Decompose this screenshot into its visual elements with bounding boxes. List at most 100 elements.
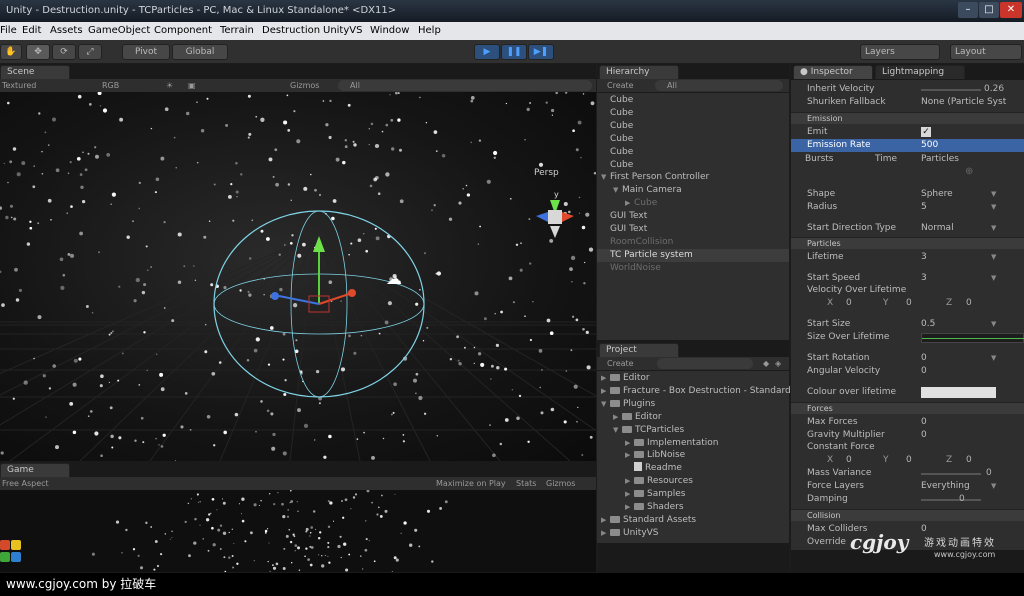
move-handle-z[interactable] [278,295,320,305]
scene-orientation-gizmo[interactable]: y [528,188,588,252]
menu-terrain[interactable]: Terrain [220,22,254,40]
expand-arrow-icon[interactable]: ▼ [613,184,622,197]
expand-arrow-icon[interactable]: ▶ [625,197,634,210]
expand-arrow-icon[interactable]: ▶ [625,475,634,488]
project-item[interactable]: ▶ Implementation [597,437,718,450]
expand-arrow-icon[interactable]: ▶ [601,527,610,540]
play-button[interactable]: ▶ [474,44,500,60]
gizmo-center-cube[interactable] [548,210,562,224]
scene-search-input[interactable]: All [338,80,592,91]
expand-arrow-icon[interactable]: ▶ [601,385,610,398]
emit-checkbox[interactable]: ✓ [921,127,931,137]
radius-field[interactable]: 5 [921,201,927,214]
layers-dropdown[interactable]: Layers [860,44,940,60]
angular-velocity-field[interactable]: 0 [921,365,927,378]
project-item[interactable]: ▶ UnityVS [597,527,659,540]
project-item[interactable]: ▶ LibNoise [597,449,685,462]
shape-dropdown[interactable]: Sphere [921,188,953,201]
collision-section-header[interactable]: Collision [791,509,1024,521]
tab-inspector[interactable]: ● Inspector [793,65,873,79]
emission-rate-field[interactable]: 500 [921,139,938,152]
filter-icon[interactable]: ◆ [763,357,769,370]
hierarchy-item[interactable]: RoomCollision [597,236,789,249]
hierarchy-item[interactable]: Cube [597,94,789,107]
shuriken-fallback-field[interactable]: None (Particle Syst [921,96,1006,109]
colour-gradient-field[interactable] [921,387,996,398]
radius-dropdown-arrow[interactable]: ▼ [991,201,996,214]
hierarchy-item[interactable]: TC Particle system [597,248,789,262]
project-item[interactable]: ▼ TCParticles [597,424,684,437]
render-mode-dropdown[interactable]: RGB [102,79,119,92]
hierarchy-item[interactable]: Cube [597,159,789,172]
tag-icon[interactable]: ◈ [775,357,781,370]
size-curve-field[interactable] [921,333,1024,343]
expand-arrow-icon[interactable]: ▼ [601,398,610,411]
expand-arrow-icon[interactable]: ▶ [613,411,622,424]
start-direction-arrow[interactable]: ▼ [991,222,996,235]
shape-dropdown-arrow[interactable]: ▼ [991,188,996,201]
project-item[interactable]: ▶ Samples [597,488,685,501]
menu-component[interactable]: Component [154,22,212,40]
hand-tool-button[interactable]: ✋ [0,44,22,60]
aspect-dropdown[interactable]: Free Aspect [2,477,49,490]
expand-arrow-icon[interactable]: ▼ [613,424,622,437]
game-gizmos-toggle[interactable]: Gizmos [546,477,575,490]
start-rotation-arrow[interactable]: ▼ [991,352,996,365]
project-search-input[interactable] [657,358,753,369]
start-size-arrow[interactable]: ▼ [991,318,996,331]
hierarchy-item[interactable]: ▼ Main Camera [597,184,789,197]
lifetime-arrow[interactable]: ▼ [991,251,996,264]
expand-arrow-icon[interactable]: ▶ [625,488,634,501]
step-button[interactable]: ▶❚ [528,44,554,60]
project-item[interactable]: Readme [597,462,682,475]
move-tool-button[interactable]: ✥ [26,44,50,60]
velocity-y-field[interactable]: 0 [906,297,912,310]
hierarchy-item[interactable]: GUI Text [597,223,789,236]
scale-tool-button[interactable]: ⤢ [78,44,102,60]
tab-lightmapping[interactable]: Lightmapping [875,65,965,79]
projection-label[interactable]: Persp [534,168,559,178]
project-item[interactable]: ▶ Fracture - Box Destruction - Standard [597,385,791,398]
expand-arrow-icon[interactable]: ▼ [601,171,610,184]
damping-value[interactable]: 0 [959,493,965,506]
menu-help[interactable]: Help [418,22,441,40]
force-layers-arrow[interactable]: ▼ [991,480,996,493]
pivot-toggle[interactable]: Pivot [122,44,170,60]
pause-button[interactable]: ❚❚ [501,44,527,60]
mass-variance-slider[interactable] [921,473,981,475]
game-view[interactable] [0,490,596,572]
project-item[interactable]: ▶ Resources [597,475,693,488]
scene-view[interactable]: y Persp ☁ [0,92,596,461]
start-direction-dropdown[interactable]: Normal [921,222,954,235]
maximize-on-play-toggle[interactable]: Maximize on Play [436,477,506,490]
hierarchy-search-input[interactable]: All [655,80,783,91]
move-handle-z-tip[interactable] [271,292,279,300]
project-item[interactable]: ▶ Editor [597,411,662,424]
gizmo-z-cone[interactable] [536,212,548,222]
stats-toggle[interactable]: Stats [516,477,536,490]
particles-section-header[interactable]: Particles [791,237,1024,249]
project-item[interactable]: ▼ Plugins [597,398,655,411]
project-create-dropdown[interactable]: Create [607,357,634,370]
expand-arrow-icon[interactable]: ▶ [625,501,634,514]
hierarchy-item[interactable]: ▼ First Person Controller [597,171,789,184]
scene-gizmos-dropdown[interactable]: Gizmos [290,79,319,92]
hierarchy-item[interactable]: Cube [597,146,789,159]
project-item[interactable]: ▶ Standard Assets [597,514,696,527]
menu-edit[interactable]: Edit [22,22,41,40]
move-handle-y-arrow[interactable] [313,236,325,252]
velocity-x-field[interactable]: 0 [846,297,852,310]
force-layers-dropdown[interactable]: Everything [921,480,970,493]
inherit-velocity-value[interactable]: 0.26 [984,83,1004,96]
velocity-z-field[interactable]: 0 [966,297,972,310]
hierarchy-create-dropdown[interactable]: Create [607,79,634,92]
hierarchy-item[interactable]: GUI Text [597,210,789,223]
image-icon[interactable]: ▣ [188,79,196,92]
expand-arrow-icon[interactable]: ▶ [625,449,634,462]
tab-hierarchy[interactable]: Hierarchy [599,65,679,79]
emission-section-header[interactable]: Emission [791,112,1024,124]
hierarchy-item[interactable]: Cube [597,133,789,146]
hierarchy-item[interactable]: Cube [597,120,789,133]
expand-arrow-icon[interactable]: ▶ [601,514,610,527]
start-size-field[interactable]: 0.5 [921,318,935,331]
